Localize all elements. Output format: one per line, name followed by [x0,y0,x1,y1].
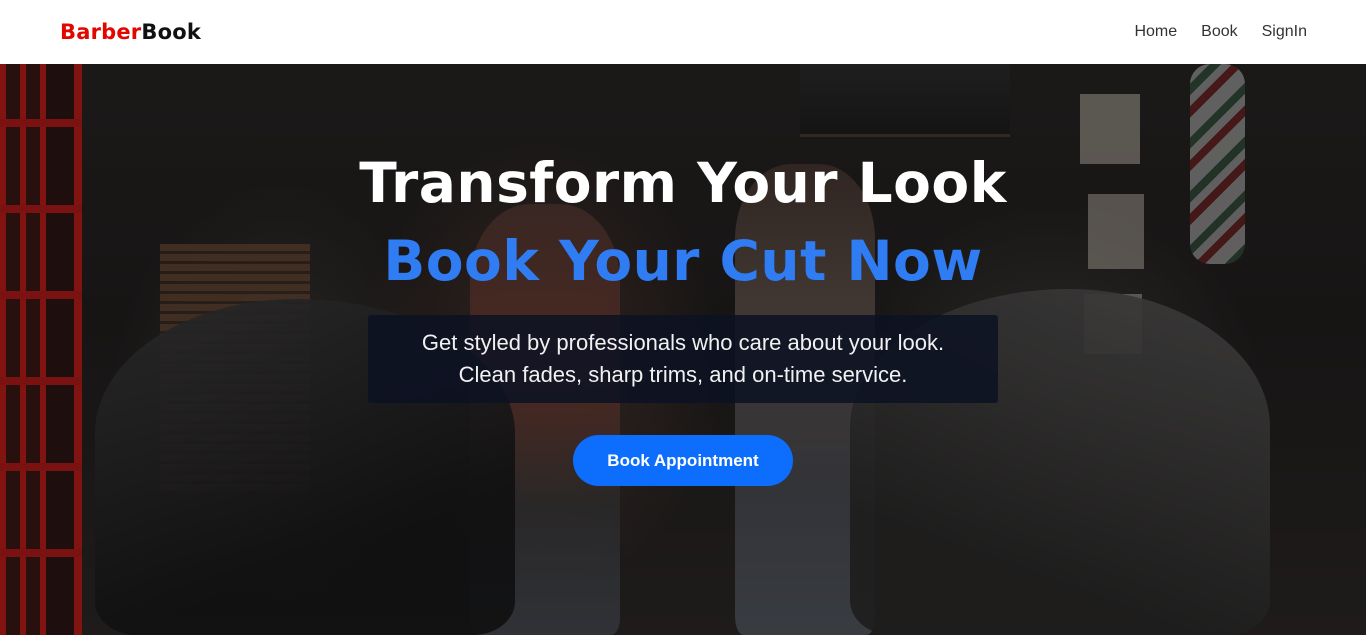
nav-link-book[interactable]: Book [1201,23,1237,41]
hero-section: Transform Your Look Book Your Cut Now Ge… [0,64,1366,635]
brand-logo[interactable]: BarberBook [60,19,202,44]
top-navbar: BarberBook Home Book SignIn [0,0,1366,64]
hero-headline-accent: Book Your Cut Now [383,229,983,293]
nav-link-signin[interactable]: SignIn [1262,23,1307,41]
brand-logo-part2: Book [141,19,202,44]
hero-subtitle-line2: Clean fades, sharp trims, and on-time se… [458,362,908,387]
hero-headline-primary: Transform Your Look [359,151,1007,215]
brand-logo-part1: Barber [60,19,142,44]
hero-subtitle-line1: Get styled by professionals who care abo… [421,330,945,355]
book-appointment-button[interactable]: Book Appointment [573,435,793,486]
hero-subtitle-box: Get styled by professionals who care abo… [368,315,998,403]
hero-content: Transform Your Look Book Your Cut Now Ge… [0,64,1366,635]
nav-links: Home Book SignIn [1134,23,1307,41]
nav-link-home[interactable]: Home [1134,23,1177,41]
